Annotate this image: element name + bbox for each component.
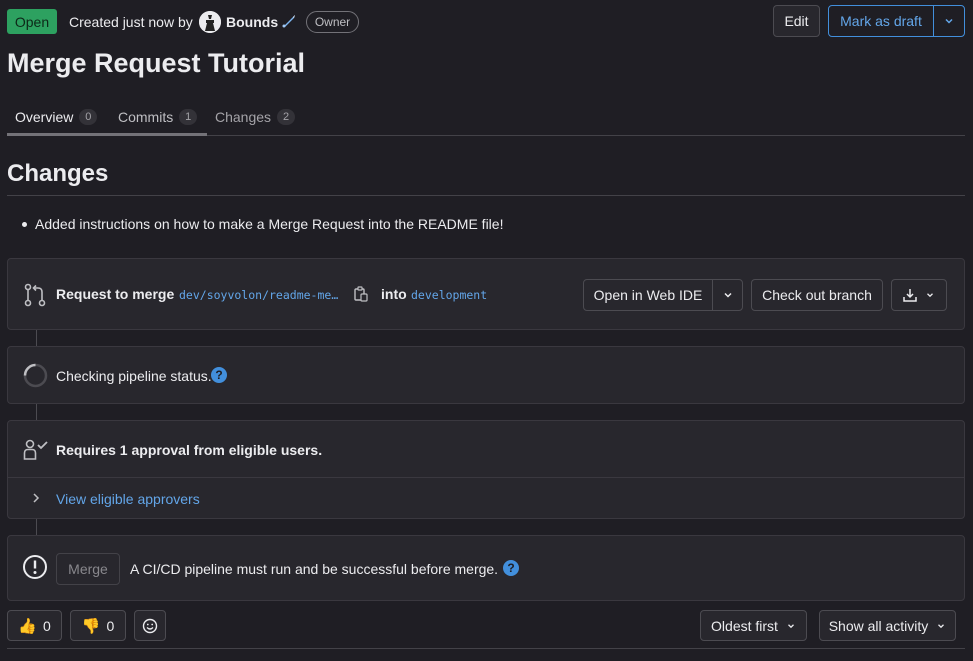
download-dropdown-button[interactable] (891, 279, 947, 311)
help-icon[interactable]: ? (503, 560, 519, 576)
warning-icon (22, 554, 48, 580)
list-item: Added instructions on how to make a Merg… (22, 216, 503, 232)
page-title: Merge Request Tutorial (7, 48, 306, 78)
edit-button[interactable]: Edit (773, 5, 820, 37)
tab-changes[interactable]: Changes 2 (207, 98, 303, 136)
thumbs-down-icon: 👎 (81, 617, 101, 635)
approval-icon (23, 439, 49, 461)
activity-filter-dropdown-button[interactable]: Show all activity (819, 610, 956, 641)
check-out-branch-button[interactable]: Check out branch (751, 279, 883, 311)
chevron-down-icon (723, 292, 732, 298)
active-tab-indicator (7, 133, 207, 136)
avatar[interactable] (199, 11, 221, 33)
thumbs-up-button[interactable]: 👍 0 (7, 610, 62, 641)
description-heading: Changes (7, 160, 109, 187)
timeline-connector (36, 404, 37, 421)
author-link[interactable]: Bounds (226, 14, 278, 30)
merge-notice-text: A CI/CD pipeline must run and be success… (130, 561, 499, 577)
mark-as-draft-button[interactable]: Mark as draft (828, 5, 934, 37)
approvals-divider (8, 477, 964, 478)
target-branch-link[interactable]: development (411, 288, 487, 302)
avatar-icon (199, 11, 221, 33)
timeline-connector (36, 330, 37, 347)
created-text: Created just now by (69, 14, 193, 30)
help-icon[interactable]: ? (211, 367, 227, 383)
merge-button[interactable]: Merge (56, 553, 120, 585)
loading-spinner-icon (23, 363, 48, 388)
request-to-merge-label: Request to merge (56, 286, 175, 302)
rocket-icon (280, 12, 298, 30)
merge-request-icon (23, 283, 47, 307)
bottom-divider (7, 648, 965, 649)
tab-commits[interactable]: Commits 1 (110, 98, 206, 136)
bullet-dot (22, 221, 27, 227)
heading-divider (7, 195, 965, 196)
open-web-ide-button[interactable]: Open in Web IDE (583, 279, 713, 311)
source-branch-link[interactable]: dev/soyvolon/readme-me… (179, 288, 338, 302)
smiley-icon (142, 618, 158, 633)
copy-branch-icon[interactable] (354, 286, 368, 302)
timeline-connector (36, 519, 37, 536)
sort-dropdown-button[interactable]: Oldest first (700, 610, 807, 641)
thumbs-up-icon: 👍 (18, 617, 37, 635)
draft-dropdown-button[interactable] (933, 5, 965, 37)
chevron-down-icon (938, 623, 945, 628)
view-eligible-approvers-link[interactable]: View eligible approvers (56, 491, 200, 507)
status-badge: Open (7, 9, 57, 34)
thumbs-down-button[interactable]: 👎 0 (70, 610, 126, 641)
web-ide-dropdown-button[interactable] (712, 279, 743, 311)
add-reaction-button[interactable] (134, 610, 166, 641)
approvals-text: Requires 1 approval from eligible users. (56, 442, 323, 458)
chevron-down-icon (945, 18, 953, 24)
pipeline-status-text: Checking pipeline status. (56, 368, 212, 384)
role-badge: Owner (306, 11, 359, 33)
chevron-right-icon[interactable] (31, 492, 41, 504)
download-icon (903, 289, 917, 302)
into-label: into (381, 286, 407, 302)
chevron-down-icon (927, 293, 933, 298)
chevron-down-icon (788, 623, 794, 628)
tab-overview[interactable]: Overview 0 (7, 98, 107, 136)
